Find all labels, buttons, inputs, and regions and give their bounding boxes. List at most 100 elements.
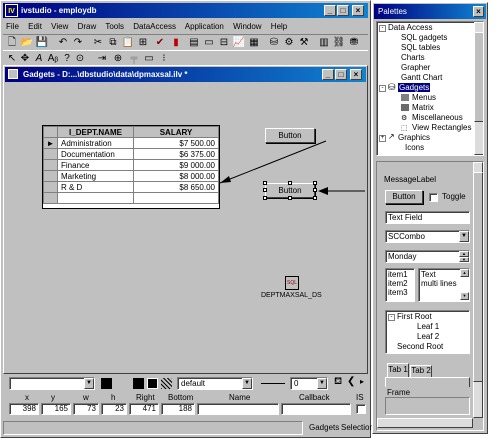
grid-icon[interactable]: ▦ bbox=[247, 36, 261, 50]
background-color-swatch[interactable] bbox=[133, 378, 144, 389]
preview-tree-leaf-1[interactable]: Leaf 1 bbox=[417, 322, 439, 332]
tree-item-matrix[interactable]: Matrix bbox=[412, 103, 434, 112]
menu-view[interactable]: View bbox=[51, 22, 68, 31]
preview-message-label[interactable]: MessageLabel bbox=[384, 175, 436, 184]
h-field[interactable]: 23 bbox=[101, 403, 127, 415]
preview-list-item[interactable]: item1 bbox=[388, 270, 412, 279]
preview-combo-arrow[interactable]: ▼ bbox=[459, 231, 469, 242]
preview-scroll-thumb[interactable] bbox=[473, 172, 483, 382]
gadgets-window-icon[interactable] bbox=[8, 69, 18, 79]
text-tool-icon[interactable]: A bbox=[32, 52, 46, 66]
copy-icon[interactable]: ⧉ bbox=[106, 36, 120, 50]
font-combo[interactable] bbox=[9, 377, 95, 390]
hatch-swatch[interactable] bbox=[161, 378, 172, 389]
attach-icon[interactable]: ⊕ bbox=[111, 52, 125, 66]
tab-order-icon[interactable]: ⇥ bbox=[95, 52, 109, 66]
tree-scroll-thumb[interactable] bbox=[474, 32, 483, 122]
x-field[interactable]: 398 bbox=[9, 403, 39, 415]
line-width-arrow[interactable]: ▼ bbox=[317, 378, 327, 389]
guide-icon[interactable]: ╤ bbox=[127, 52, 141, 66]
align-icon[interactable]: ⊞ bbox=[136, 36, 150, 50]
is-checkbox[interactable] bbox=[356, 404, 366, 414]
preview-tab-1[interactable]: Tab 1 bbox=[387, 363, 409, 377]
menu-edit[interactable]: Edit bbox=[28, 22, 42, 31]
tree-item-icons[interactable]: Icons bbox=[405, 143, 424, 152]
preview-list[interactable]: item1 item2 item3 bbox=[385, 268, 415, 302]
tree-item-charts[interactable]: Charts bbox=[401, 53, 425, 62]
magnet-icon[interactable]: ⛾ bbox=[334, 376, 342, 389]
arrow-style-icon[interactable]: ❮ bbox=[347, 376, 355, 387]
menu-file[interactable]: File bbox=[6, 22, 19, 31]
paste-icon[interactable]: 📋 bbox=[121, 36, 135, 50]
move-icon[interactable]: ✥ bbox=[18, 52, 32, 66]
font-size-icon[interactable]: Aᵦ bbox=[46, 52, 60, 66]
font-combo-arrow[interactable]: ▼ bbox=[84, 378, 94, 389]
app-icon[interactable]: IV bbox=[5, 4, 18, 17]
gadgets-maximize-button[interactable]: □ bbox=[335, 69, 347, 80]
table-icon[interactable]: ▥ bbox=[317, 36, 331, 50]
tree-item-miscellaneous[interactable]: Miscellaneous bbox=[412, 113, 463, 122]
gadgets-title-bar[interactable]: Gadgets - D:...\dbstudio\data\dpmaxsal.i… bbox=[5, 67, 366, 82]
layout-icon[interactable]: ⊟ bbox=[217, 36, 231, 50]
preview-tree[interactable]: - First Root Leaf 1 Leaf 2 Second Root bbox=[385, 310, 470, 354]
redo-icon[interactable]: ↷ bbox=[71, 36, 85, 50]
more-icon[interactable]: ⁝ bbox=[157, 52, 171, 66]
more-arrow-icon[interactable]: ▸ bbox=[360, 377, 364, 386]
tree-item-graphics[interactable]: Graphics bbox=[398, 133, 430, 142]
focus-icon[interactable]: ⊙ bbox=[73, 52, 87, 66]
preview-text-field[interactable]: Text Field bbox=[385, 211, 470, 224]
sql-icon[interactable]: ⛃ bbox=[347, 36, 361, 50]
menu-tools[interactable]: Tools bbox=[105, 22, 124, 31]
datasource-icon[interactable]: SQL bbox=[285, 276, 299, 290]
undo-icon[interactable]: ↶ bbox=[56, 36, 70, 50]
tree-item-sql-gadgets[interactable]: SQL gadgets bbox=[401, 33, 447, 42]
query-icon[interactable]: ⚙ bbox=[282, 36, 296, 50]
palette-tree[interactable]: - Data Access SQL gadgets SQL tables Cha… bbox=[376, 21, 484, 156]
font-style-arrow[interactable]: ▼ bbox=[242, 378, 252, 389]
gadgets-close-button[interactable]: × bbox=[350, 69, 362, 80]
tree-item-gantt-chart[interactable]: Gantt Chart bbox=[401, 73, 442, 82]
preview-spinner-down[interactable]: ▼ bbox=[459, 257, 469, 262]
close-button[interactable]: × bbox=[352, 5, 364, 16]
db-icon[interactable]: ⛁ bbox=[267, 36, 281, 50]
pattern-swatch[interactable] bbox=[147, 378, 158, 389]
menu-dataaccess[interactable]: DataAccess bbox=[133, 22, 176, 31]
tree-item-menus[interactable]: Menus bbox=[412, 93, 436, 102]
tree-expander-data-access[interactable]: - bbox=[379, 25, 386, 32]
preview-textarea-scroll-up[interactable]: ▲ bbox=[460, 269, 469, 277]
menu-draw[interactable]: Draw bbox=[78, 22, 97, 31]
connect-icon[interactable]: ⛓ bbox=[332, 36, 346, 50]
gadget-icon[interactable]: ▭ bbox=[202, 36, 216, 50]
menu-window[interactable]: Window bbox=[233, 22, 261, 31]
preview-tree-second-root[interactable]: Second Root bbox=[397, 342, 443, 352]
bottom-field[interactable]: 188 bbox=[161, 403, 195, 415]
tree-expander-gadgets[interactable]: - bbox=[379, 85, 386, 92]
palettes-title-bar[interactable]: Palettes bbox=[374, 4, 486, 19]
preview-list-item[interactable]: item2 bbox=[388, 279, 412, 288]
tree-item-gadgets[interactable]: Gadgets bbox=[398, 83, 431, 92]
chart-icon[interactable]: 📈 bbox=[232, 36, 246, 50]
foreground-color-swatch[interactable] bbox=[101, 378, 112, 389]
tree-item-data-access[interactable]: Data Access bbox=[388, 23, 432, 32]
preview-toggle-checkbox[interactable] bbox=[429, 193, 438, 202]
test-icon[interactable]: ▮ bbox=[169, 36, 183, 50]
resize-icon[interactable]: ▭ bbox=[142, 52, 156, 66]
check-icon[interactable]: ✔ bbox=[153, 36, 167, 50]
preview-combo[interactable]: SCCombo bbox=[385, 230, 470, 243]
preview-textarea-scroll-down[interactable]: ▼ bbox=[460, 292, 469, 300]
preview-tree-first-root[interactable]: First Root bbox=[397, 312, 432, 322]
tree-item-sql-tables[interactable]: SQL tables bbox=[401, 43, 440, 52]
main-title-bar[interactable]: ivstudio - employdb bbox=[3, 3, 368, 18]
right-field[interactable]: 471 bbox=[129, 403, 159, 415]
preview-tree-expander[interactable]: - bbox=[388, 314, 395, 321]
tree-expander-graphics[interactable]: + bbox=[379, 135, 386, 142]
tools-icon[interactable]: ⚒ bbox=[297, 36, 311, 50]
maximize-button[interactable]: □ bbox=[337, 5, 349, 16]
preview-button[interactable]: Button bbox=[385, 190, 423, 204]
preview-tab-2[interactable]: Tab 2 bbox=[410, 365, 432, 377]
minimize-button[interactable]: _ bbox=[324, 5, 336, 16]
tree-item-grapher[interactable]: Grapher bbox=[401, 63, 430, 72]
open-icon[interactable]: 📂 bbox=[20, 36, 34, 50]
preview-spinner[interactable]: Monday bbox=[385, 250, 470, 263]
palettes-close-button[interactable]: × bbox=[473, 6, 484, 17]
